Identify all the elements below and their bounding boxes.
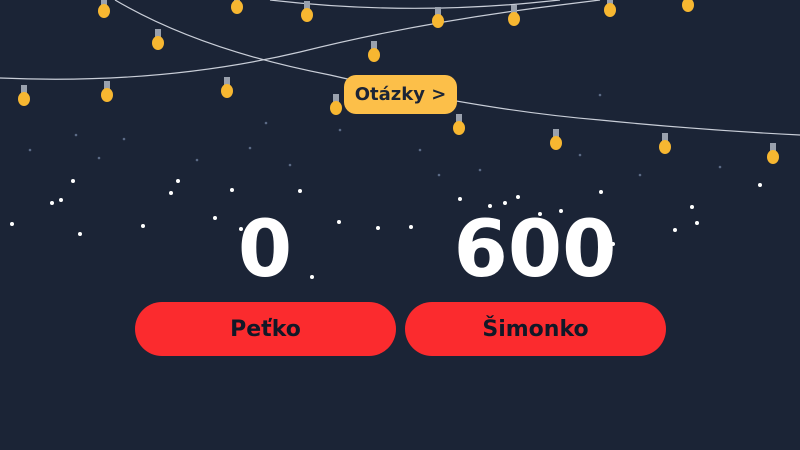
snow-dot [437, 173, 441, 177]
bulb [368, 41, 380, 62]
team-1-button[interactable]: Peťko [135, 302, 396, 356]
bulb [101, 81, 113, 102]
snow-dot [418, 148, 422, 152]
bulb [604, 0, 616, 17]
snow-dot [718, 165, 722, 169]
bulb [550, 129, 562, 150]
snow-dot [97, 156, 101, 160]
snow-dot [122, 137, 126, 141]
snow-dot [248, 146, 252, 150]
team-1-name: Peťko [230, 316, 301, 342]
snow-dots [10, 93, 762, 279]
bulb [659, 133, 671, 154]
snow-dot [78, 232, 82, 236]
questions-button[interactable]: Otázky > [344, 75, 457, 114]
snow-dot [230, 188, 234, 192]
bulb [231, 0, 243, 14]
snow-dot [599, 190, 603, 194]
bulb [508, 5, 520, 26]
snow-dot [50, 201, 54, 205]
snow-dot [376, 226, 380, 230]
bulb [18, 85, 30, 106]
bulb [221, 77, 233, 98]
snow-dot [516, 195, 520, 199]
snow-dot [638, 173, 642, 177]
bulb [682, 0, 694, 12]
snow-dot [690, 205, 694, 209]
snow-dot [598, 93, 602, 97]
bulb [330, 94, 342, 115]
snow-dot [169, 191, 173, 195]
snow-dot [298, 189, 302, 193]
questions-button-label: Otázky > [354, 84, 447, 105]
snow-dot [458, 197, 462, 201]
bulb [453, 114, 465, 135]
string-lights-decoration [0, 0, 800, 279]
team-2-score: 600 [453, 205, 617, 295]
snow-dot [758, 183, 762, 187]
snow-dot [141, 224, 145, 228]
team-1-score: 0 [237, 205, 293, 295]
snow-dot [71, 179, 75, 183]
snow-dot [195, 158, 199, 162]
snow-dot [338, 128, 342, 132]
snow-dot [578, 153, 582, 157]
snow-dot [478, 168, 482, 172]
snow-dot [176, 179, 180, 183]
snow-dot [264, 121, 268, 125]
bulb [432, 7, 444, 28]
bulb [767, 143, 779, 164]
snow-dot [288, 163, 292, 167]
bulb [152, 29, 164, 50]
snow-dot [28, 148, 32, 152]
snow-dot [673, 228, 677, 232]
snow-dot [59, 198, 63, 202]
light-wires [0, 0, 800, 136]
snow-dot [74, 133, 78, 137]
bulb [98, 0, 110, 18]
snow-dot [409, 225, 413, 229]
team-2-button[interactable]: Šimonko [405, 302, 666, 356]
team-2-name: Šimonko [482, 316, 589, 342]
snow-dot [695, 221, 699, 225]
snow-dot [10, 222, 14, 226]
